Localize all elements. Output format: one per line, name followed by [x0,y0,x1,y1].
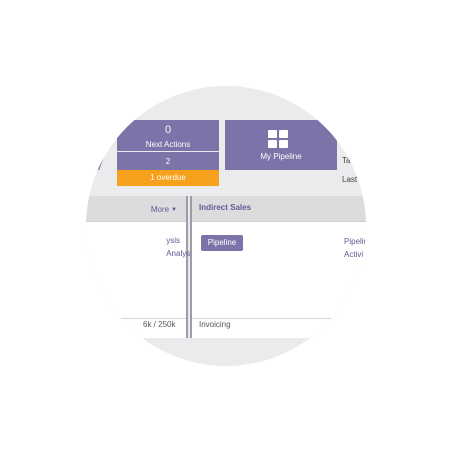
tile-divider [117,151,219,152]
left-footer-value: 6k / 250k [138,319,181,331]
chevron-down-icon: ▼ [171,207,177,213]
left-link-1[interactable]: ysis [166,236,180,245]
my-pipeline-label: My Pipeline [260,152,302,161]
side-label-ta: Ta [342,156,351,165]
left-panel-header: More ▼ [86,196,186,222]
grid-icon [268,130,288,148]
left-panel: More ▼ ysis Analysis [86,196,196,338]
my-pipeline-tile[interactable]: My Pipeline [225,120,337,170]
right-panel-header: Indirect Sales [192,196,366,222]
next-actions-tile[interactable]: 0 Next Actions 2 [117,120,219,170]
next-actions-subcount: 2 [165,157,171,166]
more-dropdown[interactable]: More ▼ [151,205,177,214]
indirect-sales-title: Indirect Sales [199,203,252,212]
right-panel: Indirect Sales Pipeline Pipelin Activi [190,196,366,338]
right-link-1[interactable]: Pipelin [344,237,366,246]
side-label-last: Last [342,175,358,184]
right-link-2[interactable]: Activi [344,250,363,259]
partial-tile-left[interactable] [86,120,110,170]
more-label: More [150,205,170,214]
invoicing-label: Invoicing [194,319,236,331]
next-actions-count: 0 [164,124,172,136]
next-actions-label: Next Actions [145,140,191,149]
magnifier-lens: 0 Next Actions 2 1 overdue My Pipeline T… [86,86,366,366]
pipeline-button[interactable]: Pipeline [201,235,243,251]
overdue-badge[interactable]: 1 overdue [117,170,219,186]
